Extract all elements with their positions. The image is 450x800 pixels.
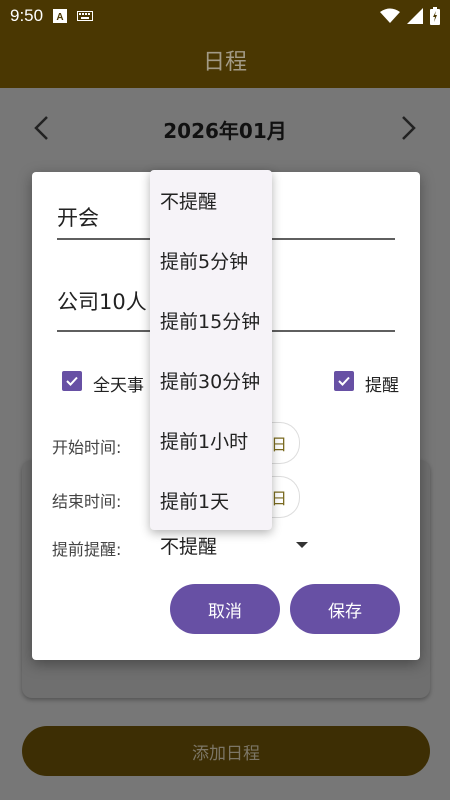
checkmark-icon xyxy=(338,376,350,386)
wifi-icon xyxy=(380,8,400,23)
all-day-label: 全天事 xyxy=(93,376,144,396)
advance-reminder-label: 提前提醒: xyxy=(52,540,122,559)
menu-item-label: 提前1小时 xyxy=(160,430,249,453)
reminder-options-menu: 不提醒 提前5分钟 提前15分钟 提前30分钟 提前1小时 提前1天 xyxy=(150,170,272,530)
menu-item-5-minutes[interactable]: 提前5分钟 xyxy=(150,230,272,290)
menu-item-30-minutes[interactable]: 提前30分钟 xyxy=(150,350,272,410)
app-bar: 日程 xyxy=(0,32,450,88)
menu-item-label: 提前30分钟 xyxy=(160,370,261,393)
add-schedule-label: 添加日程 xyxy=(192,743,260,764)
description-input-value: 公司10人 xyxy=(57,290,147,314)
title-input-value: 开会 xyxy=(57,206,99,230)
cancel-button[interactable]: 取消 xyxy=(170,584,280,634)
save-button[interactable]: 保存 xyxy=(290,584,400,634)
month-navigation: 2026年01月 xyxy=(0,88,450,168)
menu-item-label: 提前15分钟 xyxy=(160,310,261,333)
remind-checkbox[interactable] xyxy=(334,371,354,391)
checkmark-icon xyxy=(66,376,78,386)
save-button-label: 保存 xyxy=(328,601,362,622)
svg-text:A: A xyxy=(56,12,63,23)
dropdown-arrow-icon[interactable] xyxy=(296,542,308,548)
menu-item-1-hour[interactable]: 提前1小时 xyxy=(150,410,272,470)
start-date-button-text: 日 xyxy=(270,435,287,454)
menu-item-label: 提前1天 xyxy=(160,490,230,513)
cancel-button-label: 取消 xyxy=(208,601,242,622)
status-time: 9:50 xyxy=(10,6,44,25)
end-date-button-text: 日 xyxy=(270,489,287,508)
start-time-label: 开始时间: xyxy=(52,438,122,457)
remind-label: 提醒 xyxy=(365,376,399,396)
all-day-checkbox[interactable] xyxy=(62,371,82,391)
menu-item-1-day[interactable]: 提前1天 xyxy=(150,470,272,530)
signal-icon xyxy=(407,8,423,24)
advance-reminder-select[interactable]: 不提醒 xyxy=(160,532,217,559)
keyboard-icon xyxy=(77,11,94,21)
menu-item-no-reminder[interactable]: 不提醒 xyxy=(150,170,272,230)
menu-item-label: 提前5分钟 xyxy=(160,250,249,273)
status-bar: 9:50 A xyxy=(0,0,450,32)
end-time-label: 结束时间: xyxy=(52,492,122,511)
battery-icon xyxy=(430,7,440,25)
app-bar-title: 日程 xyxy=(202,50,247,75)
menu-item-15-minutes[interactable]: 提前15分钟 xyxy=(150,290,272,350)
chevron-right-icon[interactable] xyxy=(396,114,420,142)
add-schedule-button[interactable]: 添加日程 xyxy=(22,726,430,776)
current-month: 2026年01月 xyxy=(163,119,287,143)
menu-item-label: 不提醒 xyxy=(160,190,218,213)
a-notification-icon: A xyxy=(53,9,68,23)
